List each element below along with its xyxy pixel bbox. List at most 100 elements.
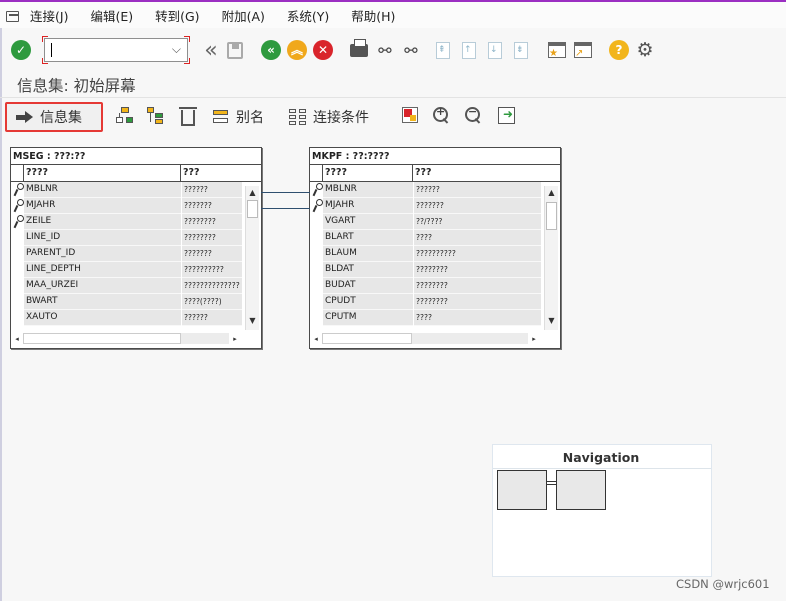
last-page-button[interactable]: ⇟	[510, 39, 532, 61]
field-name: MBLNR	[24, 182, 181, 198]
scroll-track[interactable]	[545, 230, 558, 314]
field-row[interactable]: XAUTO??????	[11, 310, 261, 326]
navigation-box-mseg[interactable]	[497, 470, 547, 510]
find-next-button[interactable]: ⚯	[400, 39, 422, 61]
key-cell	[310, 246, 323, 262]
arrow-right-icon	[16, 110, 34, 124]
menu-item-extras[interactable]: 附加(A)	[222, 6, 265, 25]
color-legend-button[interactable]	[402, 107, 418, 123]
field-row[interactable]: LINE_ID????????	[11, 230, 261, 246]
scroll-right-icon[interactable]: ▸	[229, 335, 241, 343]
menu-item-help[interactable]: 帮助(H)	[351, 6, 395, 25]
key-icon	[12, 183, 24, 196]
field-row[interactable]: BUDAT????????	[310, 278, 560, 294]
field-row[interactable]: MBLNR??????	[11, 182, 261, 198]
field-row[interactable]: LINE_DEPTH??????????	[11, 262, 261, 278]
vertical-scrollbar[interactable]: ▲ ▼	[245, 186, 259, 330]
key-cell	[310, 310, 323, 326]
scroll-left-icon[interactable]: ◂	[11, 335, 23, 343]
field-row[interactable]: MAA_URZEI??????????????	[11, 278, 261, 294]
zoom-out-button[interactable]: −	[465, 105, 481, 123]
scroll-track-desc[interactable]	[412, 333, 528, 344]
back-button[interactable]: «	[260, 39, 282, 61]
field-name: MJAHR	[323, 198, 413, 214]
exit-button[interactable]: ︽	[286, 39, 308, 61]
key-cell	[310, 294, 323, 310]
scroll-up-icon[interactable]: ▲	[545, 186, 558, 200]
field-description: ??????????	[182, 262, 242, 278]
enter-button[interactable]: ✓	[10, 39, 32, 61]
scroll-track-fields[interactable]	[322, 333, 412, 344]
navigation-box-mkpf[interactable]	[556, 470, 606, 510]
scroll-thumb[interactable]	[247, 200, 258, 218]
scroll-track-fields[interactable]	[23, 333, 181, 344]
table-window-mseg[interactable]: MSEG : ???:?? ???? ??? MBLNR?????? MJAHR…	[10, 147, 262, 349]
print-button[interactable]	[348, 38, 370, 61]
scroll-left-icon[interactable]: ◂	[310, 335, 322, 343]
alias-button[interactable]: 别名	[212, 107, 264, 127]
collapse-command-field-icon[interactable]: «	[196, 38, 220, 63]
field-row[interactable]: BLDAT????????	[310, 262, 560, 278]
save-button[interactable]	[224, 39, 246, 61]
chevron-down-icon[interactable]: ⌵	[172, 42, 181, 57]
standard-toolbar: ✓ ⌵ « « ︽ ✕ ⚯ ⚯ ⇞ ↑ ↓ ⇟ ★ ↗ ? ⚙	[0, 30, 786, 70]
menu-item-connection[interactable]: 连接(J)	[30, 6, 68, 25]
first-page-button[interactable]: ⇞	[432, 39, 454, 61]
vertical-scrollbar[interactable]: ▲ ▼	[544, 186, 558, 330]
previous-page-button[interactable]: ↑	[458, 39, 480, 61]
join-line-mjahr[interactable]	[261, 208, 310, 209]
field-description: ???????	[414, 198, 541, 214]
field-row[interactable]: CPUDT????????	[310, 294, 560, 310]
binoculars-icon: ⚯	[378, 40, 392, 60]
info-set-button[interactable]: 信息集	[5, 102, 103, 132]
field-row[interactable]: BLART????	[310, 230, 560, 246]
export-button[interactable]	[498, 107, 515, 124]
field-row[interactable]: BLAUM??????????	[310, 246, 560, 262]
field-row[interactable]: MBLNR??????	[310, 182, 560, 198]
menu-logo-icon[interactable]	[6, 10, 20, 22]
join-line-mblnr[interactable]	[261, 192, 310, 193]
zoom-in-button[interactable]: +	[433, 105, 449, 123]
next-page-button[interactable]: ↓	[484, 39, 506, 61]
scroll-right-icon[interactable]: ▸	[528, 335, 540, 343]
cancel-button[interactable]: ✕	[312, 39, 334, 61]
navigation-title: Navigation	[562, 450, 640, 465]
focus-corner-tr	[184, 36, 190, 42]
key-cell	[310, 278, 323, 294]
field-row[interactable]: MJAHR???????	[310, 198, 560, 214]
field-row[interactable]: PARENT_ID???????	[11, 246, 261, 262]
shortcut-button[interactable]: ↗	[572, 39, 594, 61]
settings-button[interactable]: ⚙	[634, 39, 656, 61]
table-window-mkpf[interactable]: MKPF : ??:???? ???? ??? MBLNR?????? MJAH…	[309, 147, 561, 349]
help-button[interactable]: ?	[608, 39, 630, 61]
horizontal-scrollbar[interactable]: ◂ ▸	[310, 332, 542, 345]
field-name: CPUDT	[323, 294, 413, 310]
scroll-up-icon[interactable]: ▲	[246, 186, 259, 200]
insert-table-button[interactable]	[116, 107, 134, 125]
create-session-button[interactable]: ★	[546, 39, 568, 61]
scroll-track-desc[interactable]	[181, 333, 229, 344]
shortcut-icon: ↗	[574, 42, 592, 59]
export-icon	[498, 107, 515, 124]
field-row[interactable]: BWART ????(????)	[11, 294, 261, 310]
join-conditions-button[interactable]: 连接条件	[289, 107, 369, 127]
navigation-link	[547, 481, 556, 482]
field-row[interactable]: ZEILE????????	[11, 214, 261, 230]
scroll-down-icon[interactable]: ▼	[545, 314, 558, 328]
scroll-thumb[interactable]	[546, 202, 557, 230]
scroll-down-icon[interactable]: ▼	[246, 314, 259, 328]
find-button[interactable]: ⚯	[374, 39, 396, 61]
text-caret	[51, 43, 52, 57]
field-row[interactable]: MJAHR???????	[11, 198, 261, 214]
field-row[interactable]: CPUTM????	[310, 310, 560, 326]
command-field[interactable]: ⌵	[42, 36, 190, 64]
insert-child-table-button[interactable]	[147, 107, 165, 125]
horizontal-scrollbar[interactable]: ◂ ▸	[11, 332, 243, 345]
field-row[interactable]: VGART ??/????	[310, 214, 560, 230]
scroll-track[interactable]	[246, 218, 259, 314]
menu-item-goto[interactable]: 转到(G)	[155, 6, 199, 25]
field-name: BUDAT	[323, 278, 413, 294]
menu-item-system[interactable]: 系统(Y)	[287, 6, 329, 25]
menu-item-edit[interactable]: 编辑(E)	[90, 6, 133, 25]
delete-table-button[interactable]	[179, 107, 197, 126]
